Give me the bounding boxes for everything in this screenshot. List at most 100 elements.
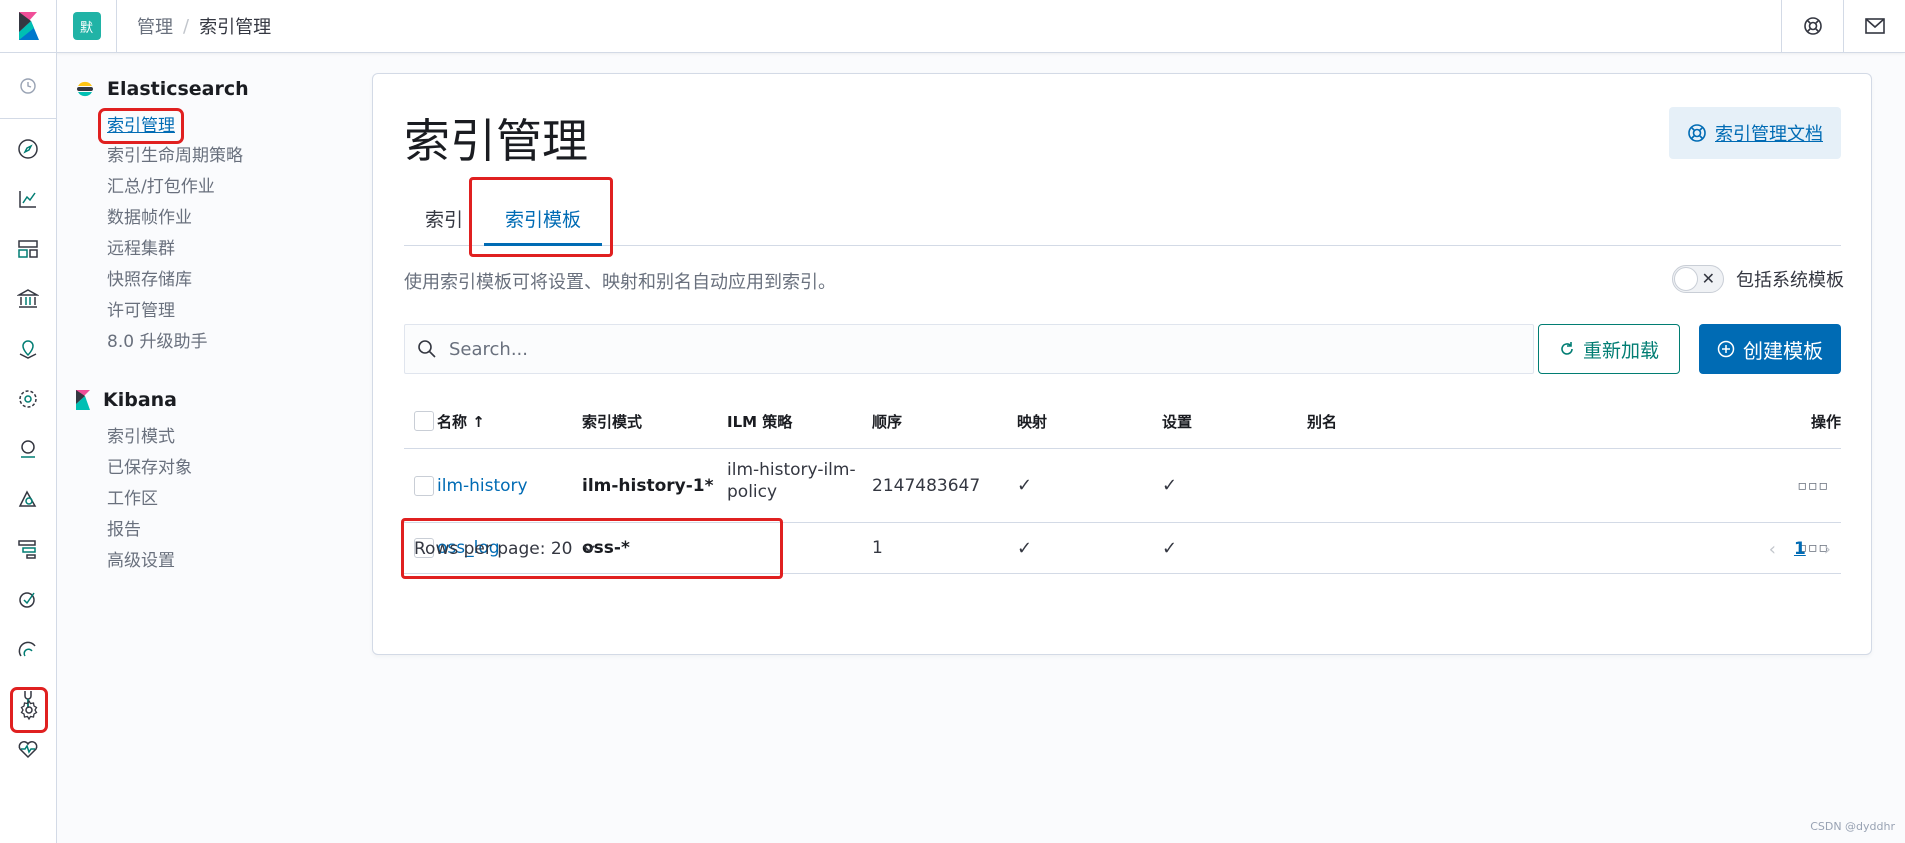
ilm-policy: ilm-history-ilm- policy	[727, 459, 856, 503]
column-header-actions: 操作	[1810, 412, 1841, 431]
search-input[interactable]	[449, 338, 1499, 360]
elasticsearch-logo-icon	[77, 81, 93, 97]
close-icon: ✕	[1701, 269, 1715, 288]
help-icon	[1803, 17, 1822, 35]
breadcrumb-management[interactable]: 管理	[137, 13, 173, 39]
newsfeed-button[interactable]	[1843, 0, 1905, 53]
ml-icon[interactable]	[14, 385, 42, 413]
maps-icon[interactable]	[14, 335, 42, 363]
sidenav-section-kibana: Kibana	[75, 386, 355, 414]
page-list: ‹ 1 ›	[1769, 539, 1841, 560]
discover-icon[interactable]	[14, 135, 42, 163]
kibana-logo[interactable]	[0, 0, 57, 53]
sort-arrow-icon: ↑	[472, 412, 485, 431]
siem-icon[interactable]	[14, 635, 42, 663]
system-templates-label: 包括系统模板	[1736, 270, 1844, 291]
sidebar-item-advanced-settings[interactable]: 高级设置	[107, 546, 355, 577]
system-templates-toggle[interactable]: ✕	[1672, 265, 1724, 293]
uptime-icon[interactable]	[14, 585, 42, 613]
sidebar-item-transforms[interactable]: 数据帧作业	[107, 203, 355, 234]
plus-circle-icon	[1717, 340, 1735, 358]
sidebar-item-saved-objects[interactable]: 已保存对象	[107, 453, 355, 484]
visualize-icon[interactable]	[14, 185, 42, 213]
sidebar-item-license[interactable]: 许可管理	[107, 296, 355, 327]
mail-icon	[1864, 18, 1885, 34]
row-checkbox[interactable]	[414, 476, 434, 496]
help-button[interactable]	[1781, 0, 1843, 53]
breadcrumb-current: 索引管理	[199, 17, 272, 38]
sidebar-item-index-patterns[interactable]: 索引模式	[107, 422, 355, 453]
sidenav-section-title: Kibana	[103, 389, 178, 411]
canvas-icon[interactable]	[14, 285, 42, 313]
management-sidenav: Elasticsearch 索引管理 索引生命周期策略 汇总/打包作业 数据帧作…	[75, 75, 355, 577]
search-icon	[418, 340, 436, 358]
create-template-label: 创建模板	[1743, 338, 1823, 363]
gear-icon	[20, 699, 38, 721]
top-header: 默 管理 / 索引管理	[0, 0, 1905, 53]
sidenav-elasticsearch-items: 索引管理 索引生命周期策略 汇总/打包作业 数据帧作业 远程集群 快照存储库 许…	[98, 108, 355, 358]
sidebar-item-index-management[interactable]: 索引管理	[98, 108, 184, 144]
sidebar-item-snapshots[interactable]: 快照存储库	[107, 265, 355, 296]
sidenav-kibana-items: 索引模式 已保存对象 工作区 报告 高级设置	[107, 422, 355, 577]
create-template-button[interactable]: 创建模板	[1699, 324, 1841, 374]
space-avatar: 默	[72, 12, 101, 40]
breadcrumb: 管理 / 索引管理	[117, 13, 271, 39]
table-header: 名称 ↑ 索引模式 ILM 策略 顺序 映射 设置 别名 操作	[404, 394, 1841, 449]
reload-button[interactable]: 重新加载	[1538, 324, 1680, 374]
dashboard-icon[interactable]	[14, 235, 42, 263]
kibana-logo-icon	[19, 12, 39, 40]
header-actions	[1781, 0, 1905, 53]
column-header-aliases: 别名	[1307, 412, 1338, 431]
prev-page-icon[interactable]: ‹	[1769, 539, 1776, 560]
search-bar	[404, 324, 1534, 374]
recently-viewed-button[interactable]	[0, 53, 56, 119]
next-page-icon[interactable]: ›	[1824, 539, 1831, 560]
apm-icon[interactable]	[14, 535, 42, 563]
infrastructure-icon[interactable]	[14, 435, 42, 463]
logs-icon[interactable]	[14, 485, 42, 513]
row-highlight-box	[401, 518, 783, 579]
page-description: 使用索引模板可将设置、映射和别名自动应用到索引。	[404, 272, 836, 293]
template-name-link[interactable]: ilm-history	[437, 476, 528, 496]
space-selector[interactable]: 默	[57, 0, 117, 53]
column-header-name[interactable]: 名称 ↑	[437, 411, 485, 432]
page-title: 索引管理	[404, 114, 588, 168]
system-templates-toggle-wrap: ✕ 包括系统模板	[1672, 265, 1844, 293]
sidenav-section-title: Elasticsearch	[107, 78, 249, 100]
order-value: 2147483647	[872, 475, 981, 496]
row-actions-button[interactable]: ▫▫▫	[1798, 478, 1829, 494]
nav-rail	[0, 53, 57, 843]
sidebar-item-upgrade-assistant[interactable]: 8.0 升级助手	[107, 327, 355, 358]
docs-link-label: 索引管理文档	[1715, 124, 1823, 145]
clock-icon	[20, 77, 36, 94]
help-icon	[1688, 124, 1706, 142]
sidebar-item-reporting[interactable]: 报告	[107, 515, 355, 546]
kibana-section-icon	[76, 390, 90, 410]
column-header-pattern: 索引模式	[582, 412, 643, 431]
sidenav-section-elasticsearch: Elasticsearch	[75, 75, 355, 103]
docs-link-button[interactable]: 索引管理文档	[1669, 107, 1841, 159]
table-row: ilm-history ilm-history-1* ilm-history-i…	[404, 449, 1841, 523]
sidebar-item-spaces[interactable]: 工作区	[107, 484, 355, 515]
tab-bar: 索引 索引模板	[404, 194, 1841, 246]
sidebar-item-ilm[interactable]: 索引生命周期策略	[107, 141, 355, 172]
page-number-current[interactable]: 1	[1794, 539, 1806, 559]
monitoring-icon[interactable]	[14, 735, 42, 763]
ilm-policy-line1: ilm-history-ilm-	[727, 460, 856, 480]
sidebar-item-remote-clusters[interactable]: 远程集群	[107, 234, 355, 265]
settings-check-icon: ✓	[1162, 475, 1178, 496]
index-pattern: ilm-history-1*	[582, 475, 714, 496]
watermark: CSDN @dyddhr	[1810, 820, 1895, 833]
column-header-settings: 设置	[1162, 412, 1193, 431]
sidebar-item-rollup[interactable]: 汇总/打包作业	[107, 172, 355, 203]
refresh-icon	[1561, 342, 1573, 355]
reload-label: 重新加载	[1582, 339, 1659, 362]
select-all-checkbox[interactable]	[414, 411, 434, 431]
tab-highlight-box	[469, 177, 613, 257]
mappings-check-icon: ✓	[1017, 475, 1033, 496]
management-gear-button[interactable]	[10, 687, 48, 733]
column-header-ilm: ILM 策略	[727, 412, 793, 431]
toggle-knob	[1674, 267, 1698, 291]
column-header-mappings: 映射	[1017, 412, 1048, 431]
ilm-policy-line2: policy	[727, 482, 778, 502]
